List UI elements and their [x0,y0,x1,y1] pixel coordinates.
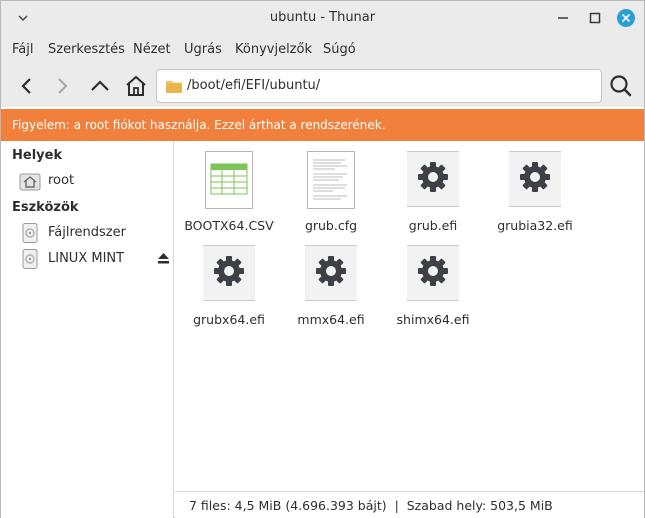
close-icon[interactable] [616,8,636,28]
file-item[interactable]: grubia32.efi [484,143,586,233]
file-name: BOOTX64.CSV [184,218,274,233]
file-name: grub.efi [408,218,458,233]
executable-gear-icon [305,245,357,301]
sidebar-item-linux-mint[interactable]: LINUX MINT [19,248,169,270]
file-item[interactable]: mmx64.efi [280,237,382,327]
menu-edit[interactable]: Szerkesztés [48,42,125,57]
back-icon[interactable] [12,71,42,101]
file-item[interactable]: BOOTX64.CSV [178,143,280,233]
file-item[interactable]: shimx64.efi [382,237,484,327]
status-text: 7 files: 4,5 MiB (4.696.393 bájt) | Szab… [189,498,553,513]
file-name: grubx64.efi [193,312,265,327]
drive-icon [22,249,38,269]
text-file-icon [307,151,355,209]
forward-icon[interactable] [47,71,77,101]
root-warning-banner: Figyelem: a root fiókot használja. Ezzel… [1,109,644,141]
eject-icon[interactable] [157,252,170,265]
sidebar-item-label: LINUX MINT [48,251,125,266]
up-icon[interactable] [85,71,115,101]
places-heading: Helyek [12,148,63,163]
file-name: grub.cfg [304,218,358,233]
executable-gear-icon [407,151,459,207]
file-name: shimx64.efi [396,312,470,327]
file-view[interactable]: BOOTX64.CSV grub.cfg grub.efi grubia32.e… [175,141,644,491]
minimize-icon[interactable] [553,8,573,28]
menu-file[interactable]: Fájl [12,42,33,57]
sidebar-item-label: Fájlrendszer [48,225,126,240]
warning-text: Figyelem: a root fiókot használja. Ezzel… [12,118,386,132]
file-name: mmx64.efi [297,312,365,327]
status-bar: 7 files: 4,5 MiB (4.696.393 bájt) | Szab… [175,491,644,518]
location-path[interactable]: /boot/efi/EFI/ubuntu/ [187,78,320,93]
file-item[interactable]: grub.efi [382,143,484,233]
file-item[interactable]: grub.cfg [280,143,382,233]
menu-go[interactable]: Ugrás [184,42,222,57]
window-title: ubuntu - Thunar [269,10,376,25]
sidebar-item-filesystem[interactable]: Fájlrendszer [19,222,169,244]
executable-gear-icon [509,151,561,207]
file-name: grubia32.efi [497,218,573,233]
drive-icon [22,223,38,243]
menu-help[interactable]: Súgó [323,42,356,57]
folder-icon [166,81,182,93]
home-folder-icon [19,173,41,191]
maximize-icon[interactable] [585,8,605,28]
menu-bookmarks[interactable]: Könyvjelzők [235,42,312,57]
thunar-window: ubuntu - Thunar Fájl Szerkesztés Nézet U… [0,0,645,518]
search-icon[interactable] [606,71,636,101]
toolbar: /boot/efi/EFI/ubuntu/ [1,65,644,107]
location-bar[interactable]: /boot/efi/EFI/ubuntu/ [156,69,602,103]
title-bar[interactable]: ubuntu - Thunar [1,1,644,35]
file-item[interactable]: grubx64.efi [178,237,280,327]
devices-heading: Eszközök [12,200,79,215]
menu-bar: Fájl Szerkesztés Nézet Ugrás Könyvjelzők… [1,35,644,65]
executable-gear-icon [203,245,255,301]
menu-view[interactable]: Nézet [133,42,171,57]
home-icon[interactable] [121,71,151,101]
spreadsheet-file-icon [205,151,253,209]
sidebar: Helyek root Eszközök Fájlrendszer LINUX … [1,141,174,518]
sidebar-item-root[interactable]: root [19,170,169,192]
executable-gear-icon [407,245,459,301]
sidebar-item-label: root [48,173,75,188]
